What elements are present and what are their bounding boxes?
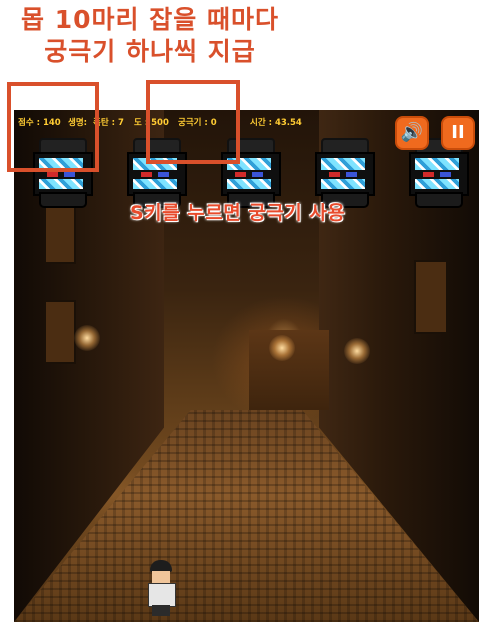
pause-icon: II bbox=[451, 122, 465, 143]
ultimate-hint-text: S키를 누르면 궁극기 사용 bbox=[130, 202, 346, 224]
enemy-robot bbox=[312, 138, 375, 208]
street-lamp bbox=[344, 338, 370, 364]
window bbox=[414, 260, 448, 334]
caption-line-1: 몹 10마리 잡을 때마다 bbox=[21, 5, 279, 34]
player-character bbox=[144, 560, 178, 616]
time-text: 시간 : 43.54 bbox=[250, 118, 302, 128]
speaker-icon: 🔊 bbox=[400, 122, 424, 143]
caption-line-2: 궁극기 하나씩 지급 bbox=[44, 37, 256, 66]
window bbox=[44, 200, 76, 264]
highlight-box-ultimate bbox=[146, 80, 240, 164]
street-lamp bbox=[74, 325, 100, 351]
street-lamp bbox=[269, 335, 295, 361]
highlight-box-score bbox=[7, 82, 99, 172]
window bbox=[44, 300, 76, 364]
sound-toggle-button[interactable]: 🔊 bbox=[395, 116, 429, 150]
pause-button[interactable]: II bbox=[441, 116, 475, 150]
